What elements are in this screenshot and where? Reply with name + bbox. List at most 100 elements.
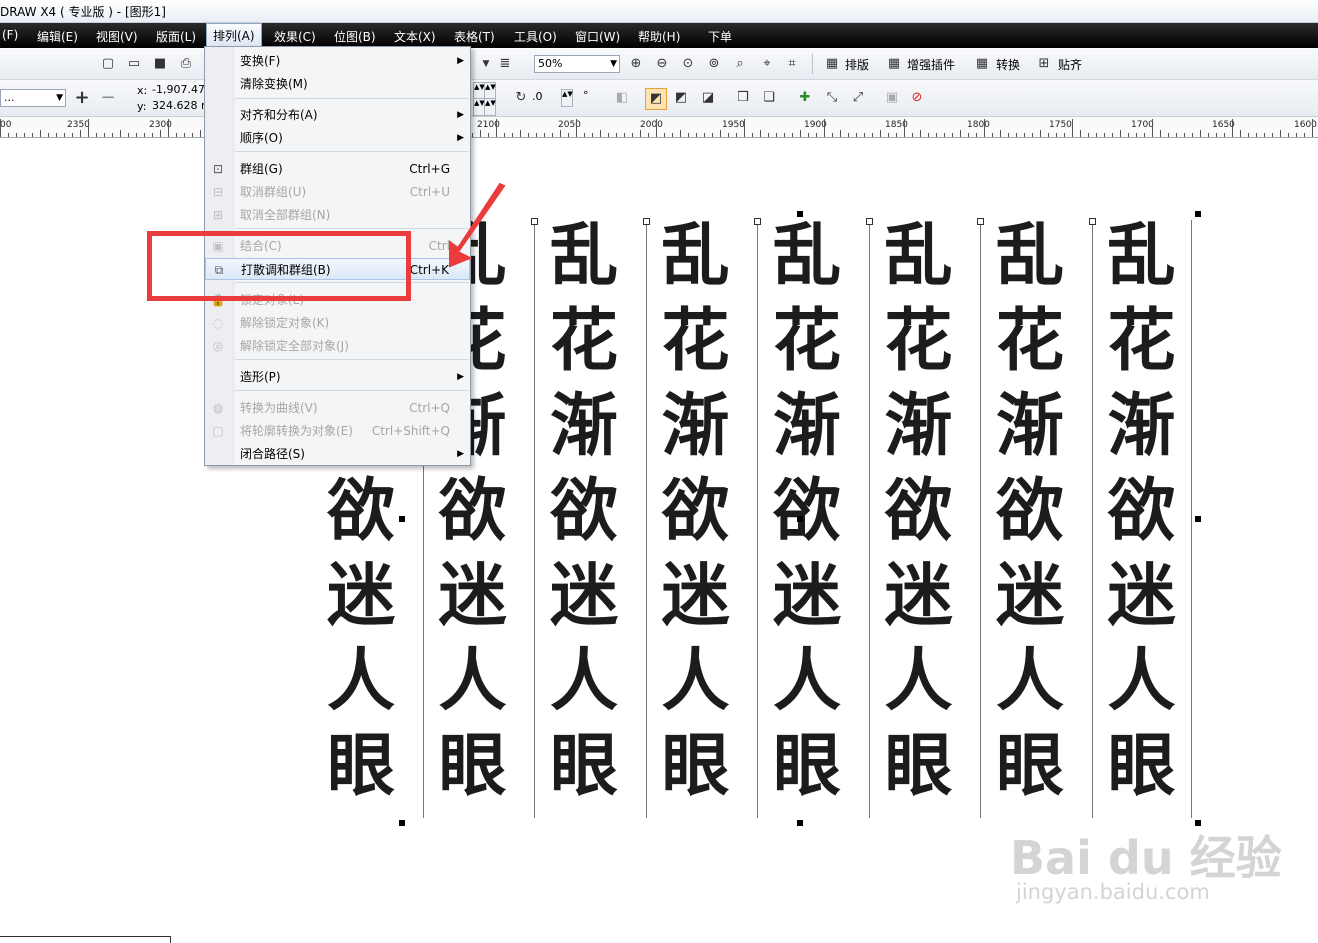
text-glyph[interactable]: 眼	[877, 732, 961, 800]
zoom-selected-icon[interactable]: ⊙	[678, 54, 698, 74]
open-folder-icon[interactable]: ▭	[124, 54, 144, 74]
text-glyph[interactable]: 欲	[765, 477, 849, 545]
plus-icon[interactable]: +	[72, 88, 92, 108]
text-glyph[interactable]: 渐	[988, 392, 1072, 460]
arrange-menu-item[interactable]: 顺序(O) ▶	[205, 127, 470, 149]
selection-handle[interactable]	[1195, 516, 1201, 522]
selection-handle[interactable]	[1195, 211, 1201, 217]
text-glyph[interactable]: 眼	[654, 732, 738, 800]
align-center-icon[interactable]: ◩	[671, 88, 691, 108]
text-glyph[interactable]: 迷	[877, 562, 961, 630]
text-glyph[interactable]: 眼	[319, 732, 403, 800]
text-glyph[interactable]: 欲	[654, 477, 738, 545]
selection-handle[interactable]	[797, 516, 803, 522]
object-combo[interactable]: ... ▼	[0, 89, 66, 107]
no-icon[interactable]: ⊘	[907, 88, 927, 108]
text-glyph[interactable]: 渐	[877, 392, 961, 460]
menu-edit[interactable]: 编辑(E)	[37, 28, 78, 45]
text-glyph[interactable]: 渐	[654, 392, 738, 460]
text-glyph[interactable]: 迷	[654, 562, 738, 630]
zoom-combo[interactable]: 50% ▼	[534, 55, 620, 73]
node-handle[interactable]	[977, 218, 984, 225]
text-glyph[interactable]: 眼	[765, 732, 849, 800]
menu-arrange[interactable]: 排列(A)	[206, 23, 262, 48]
plugin-typeset[interactable]: 排版	[845, 56, 869, 73]
text-glyph[interactable]: 人	[765, 647, 849, 715]
align-right-icon[interactable]: ◪	[698, 88, 718, 108]
text-glyph[interactable]: 迷	[542, 562, 626, 630]
text-glyph[interactable]: 乱	[542, 222, 626, 290]
arrange-menu-item[interactable]: 闭合路径(S) ▶	[205, 443, 470, 465]
node-handle[interactable]	[642, 218, 650, 225]
arrange-menu-item[interactable]: ◍ 转换为曲线(V) Ctrl+Q	[205, 397, 470, 419]
text-glyph[interactable]: 人	[654, 647, 738, 715]
text-glyph[interactable]: 欲	[542, 477, 626, 545]
weld-icon[interactable]: ✚	[795, 88, 815, 108]
zoom-page-icon[interactable]: ⌕	[730, 54, 750, 74]
menu-tools[interactable]: 工具(O)	[514, 28, 557, 45]
zoom-height-icon[interactable]: ⌗	[782, 54, 802, 74]
text-glyph[interactable]: 乱	[1100, 222, 1184, 290]
menu-window[interactable]: 窗口(W)	[575, 28, 620, 45]
import-icon[interactable]: ≣	[495, 54, 515, 74]
selection-handle[interactable]	[797, 211, 803, 217]
dropdown-arrow-icon[interactable]: ▼	[476, 54, 496, 74]
text-glyph[interactable]: 花	[1100, 307, 1184, 375]
text-glyph[interactable]: 欲	[877, 477, 961, 545]
text-glyph[interactable]: 迷	[1100, 562, 1184, 630]
group-objects-icon[interactable]: ❒	[733, 88, 753, 108]
arrange-menu-item[interactable]: ◌ 解除锁定对象(K)	[205, 312, 470, 334]
y-position-input[interactable]: 324.628 m	[149, 98, 205, 116]
menu-file[interactable]: (F)	[2, 28, 18, 42]
arrange-menu-item[interactable]: 变换(F) ▶	[205, 50, 470, 72]
text-glyph[interactable]: 眼	[431, 732, 515, 800]
text-glyph[interactable]: 乱	[765, 222, 849, 290]
menu-text[interactable]: 文本(X)	[394, 28, 436, 45]
text-glyph[interactable]: 花	[654, 307, 738, 375]
text-glyph[interactable]: 人	[542, 647, 626, 715]
text-glyph[interactable]: 迷	[431, 562, 515, 630]
node-handle[interactable]	[531, 218, 538, 225]
node-handle[interactable]	[865, 218, 873, 225]
angle-spin-icon[interactable]: ▲▼	[561, 89, 573, 107]
angle-input[interactable]: .0	[529, 89, 559, 107]
text-glyph[interactable]: 人	[988, 647, 1072, 715]
text-glyph[interactable]: 渐	[765, 392, 849, 460]
arrange-menu-item[interactable]: 造形(P) ▶	[205, 366, 470, 388]
arrange-menu-item[interactable]: ▢ 将轮廓转换为对象(E) Ctrl+Shift+Q	[205, 420, 470, 442]
text-glyph[interactable]: 欲	[1100, 477, 1184, 545]
text-glyph[interactable]: 乱	[654, 222, 738, 290]
text-glyph[interactable]: 迷	[765, 562, 849, 630]
text-glyph[interactable]: 人	[431, 647, 515, 715]
zoom-out-icon[interactable]: ⊖	[652, 54, 672, 74]
text-glyph[interactable]: 花	[877, 307, 961, 375]
text-glyph[interactable]: 花	[988, 307, 1072, 375]
menu-order[interactable]: 下单	[708, 28, 732, 45]
menu-view[interactable]: 视图(V)	[96, 28, 138, 45]
zoom-width-icon[interactable]: ⌖	[757, 54, 777, 74]
text-glyph[interactable]: 欲	[988, 477, 1072, 545]
menu-layout[interactable]: 版面(L)	[156, 28, 196, 45]
zoom-in-icon[interactable]: ⊕	[626, 54, 646, 74]
text-glyph[interactable]: 眼	[988, 732, 1072, 800]
mirror-icon[interactable]: ◧	[612, 88, 632, 108]
text-glyph[interactable]: 迷	[988, 562, 1072, 630]
node-handle[interactable]	[1088, 218, 1096, 225]
text-glyph[interactable]: 人	[877, 647, 961, 715]
print-icon[interactable]: ⎙	[176, 54, 196, 74]
node-handle[interactable]	[754, 218, 761, 225]
text-glyph[interactable]: 乱	[988, 222, 1072, 290]
spin-down-icon[interactable]: ▲▼	[484, 98, 496, 116]
align-left-icon[interactable]: ◩	[645, 88, 667, 110]
text-glyph[interactable]: 人	[1100, 647, 1184, 715]
menu-bitmap[interactable]: 位图(B)	[334, 28, 376, 45]
ungroup-objects-icon[interactable]: ❏	[759, 88, 779, 108]
plugin-convert[interactable]: 转换	[996, 56, 1020, 73]
trim-icon[interactable]: ⤡	[822, 88, 842, 108]
text-glyph[interactable]: 眼	[542, 732, 626, 800]
arrange-menu-item[interactable]: ⊡ 群组(G) Ctrl+G	[205, 158, 470, 180]
text-glyph[interactable]: 花	[542, 307, 626, 375]
text-glyph[interactable]: 乱	[877, 222, 961, 290]
text-glyph[interactable]: 眼	[1100, 732, 1184, 800]
menu-effects[interactable]: 效果(C)	[274, 28, 316, 45]
